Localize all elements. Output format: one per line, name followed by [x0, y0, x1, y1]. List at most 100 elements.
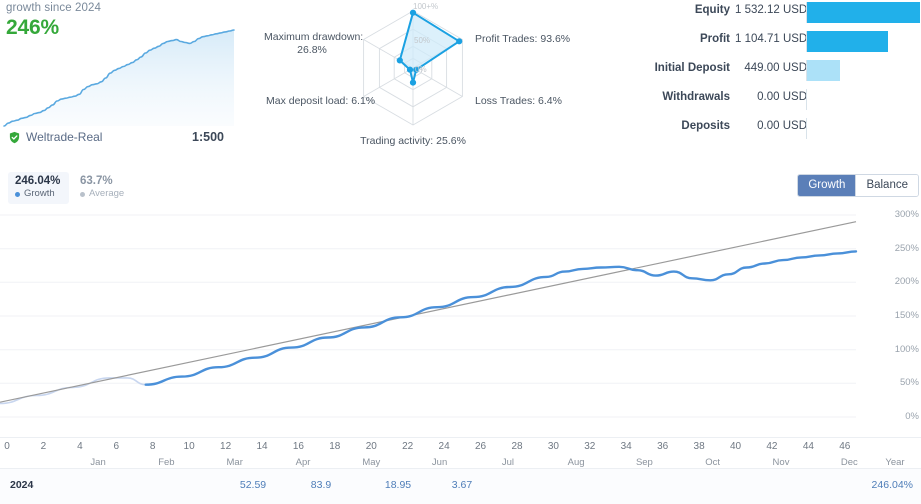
stats-row-bar-track	[806, 118, 921, 139]
x-axis-tick: 46	[839, 441, 851, 452]
x-axis-tick: 16	[292, 441, 304, 452]
x-axis-tick: 38	[693, 441, 705, 452]
x-axis-tick: 26	[474, 441, 487, 452]
monthly-return-value: 83.9	[310, 479, 332, 491]
x-axis-month: Jun	[431, 457, 448, 468]
x-axis-tick: 8	[149, 441, 156, 452]
legend-growth-label: Growth	[15, 188, 60, 200]
stats-row: Profit 1 104.71 USD	[622, 31, 921, 62]
shield-check-icon	[9, 131, 20, 143]
stats-row: Withdrawals 0.00 USD	[622, 89, 921, 120]
stats-row-value: 0.00 USD	[757, 120, 807, 132]
legend-average-dot-icon	[80, 191, 85, 197]
stats-row-bar-track	[806, 31, 921, 52]
trading-dashboard: growth since 2024 246% Weltrade-Real 1:5…	[0, 0, 921, 504]
stats-row-bar-track	[806, 2, 921, 23]
tab-balance[interactable]: Balance	[855, 175, 918, 196]
chart-header: 246.04% Growth 63.7% Average Growth Bala…	[0, 168, 921, 205]
stats-row-bar-track	[806, 60, 921, 81]
radar-ring-label-50: 50%	[414, 36, 431, 45]
performance-radar-chart: 100+% 50% 0% Algo trading: 97% Profit Tr…	[262, 0, 622, 160]
x-axis-tick: 0	[4, 441, 10, 452]
x-axis-month: Jul	[501, 457, 514, 468]
y-axis-tick: 300%	[894, 209, 919, 220]
sparkline-footer: Weltrade-Real 1:500	[0, 130, 238, 152]
sparkline-chart	[3, 29, 235, 127]
x-axis-tick: 4	[77, 441, 83, 452]
stats-row: Deposits 0.00 USD	[622, 118, 921, 149]
radar-label-max-drawdown-line2: 26.8%	[297, 44, 327, 56]
x-axis-tick: 2	[40, 441, 47, 452]
leverage-value: 1:500	[192, 130, 224, 144]
growth-sparkline-card: growth since 2024 246% Weltrade-Real 1:5…	[0, 0, 238, 160]
y-axis-tick: 100%	[894, 343, 919, 355]
x-axis-tick: 40	[729, 441, 742, 452]
x-axis-month: Sep	[635, 457, 653, 468]
stats-row: Equity 1 532.12 USD	[622, 2, 921, 33]
legend-growth-value: 246.04%	[15, 175, 61, 187]
row-year: 2024	[10, 479, 34, 491]
stats-row-bar	[807, 60, 840, 81]
x-axis-month: Apr	[295, 457, 311, 468]
monthly-return-value: 3.67	[451, 479, 473, 491]
x-axis-tick: 34	[620, 441, 632, 452]
stats-row-label: Equity	[694, 4, 730, 16]
summary-band: growth since 2024 246% Weltrade-Real 1:5…	[0, 0, 921, 160]
stats-row-value: 1 532.12 USD	[735, 4, 808, 16]
stats-row-bar	[807, 31, 889, 52]
x-axis-month: Mar	[226, 457, 243, 468]
x-axis-month: Nov	[772, 457, 790, 468]
x-axis-tick: 12	[220, 441, 232, 452]
x-axis-tick: 30	[547, 441, 559, 452]
radar-ring-label-100: 100+%	[413, 2, 439, 11]
y-axis-tick: 150%	[894, 310, 919, 321]
x-axis-tick: 6	[113, 441, 120, 452]
x-axis-tick: 28	[511, 441, 523, 452]
y-axis-tick: 200%	[894, 276, 919, 288]
legend-growth-dot-icon	[15, 191, 20, 197]
radar-label-loss-trades: Loss Trades: 6.4%	[475, 95, 562, 107]
stats-row-bar	[807, 2, 920, 23]
x-axis-year-label: Year	[885, 457, 905, 468]
legend-average-value: 63.7%	[80, 175, 113, 187]
x-axis-tick: 24	[438, 441, 450, 452]
legend-growth[interactable]: 246.04% Growth	[8, 172, 70, 204]
radar-label-max-drawdown-line1: Maximum drawdown:	[264, 31, 364, 43]
stats-row: Initial Deposit 449.00 USD	[622, 60, 921, 91]
x-axis-month: Feb	[158, 457, 175, 468]
x-axis-tick: 14	[256, 441, 268, 452]
chart-mode-toggle[interactable]: Growth Balance	[797, 174, 919, 197]
account-stats-table: Equity 1 532.12 USD Profit 1 104.71 USD Init…	[622, 0, 921, 145]
stats-row-label: Initial Deposit	[654, 62, 730, 74]
x-axis-tick: 20	[365, 441, 377, 452]
stats-row-label: Withdrawals	[662, 91, 730, 103]
legend-average-label: Average	[80, 188, 124, 200]
x-axis-tick: 36	[657, 441, 669, 452]
stats-row-label: Deposits	[681, 120, 730, 132]
monthly-returns-row: 2024 246.04% 52.59 83.9 18.95 3.67	[0, 468, 921, 504]
x-axis-month: Oct	[705, 457, 721, 468]
radar-label-trading-activity: Trading activity: 25.6%	[360, 135, 466, 147]
row-total: 246.04%	[871, 479, 913, 491]
tab-growth[interactable]: Growth	[798, 175, 856, 196]
growth-chart: 0% 50% 100% 150% 200% 250% 300%	[0, 205, 921, 437]
y-axis-tick: 250%	[894, 242, 919, 254]
x-axis-month: Aug	[567, 457, 585, 468]
stats-row-bar-track	[806, 89, 921, 110]
x-axis: 0 2 4 6 8 10 12 14 16 18 20 22 24 26 28 30 32 34 36 38 40 42 4…	[0, 437, 921, 469]
y-axis-tick: 50%	[899, 377, 919, 389]
x-axis-month: May	[362, 457, 381, 468]
radar-label-max-deposit-load: Max deposit load: 6.1%	[266, 95, 376, 107]
monthly-return-value: 52.59	[239, 479, 267, 491]
x-axis-tick: 10	[183, 441, 195, 452]
x-axis-tick: 22	[402, 441, 414, 452]
x-axis-tick: 18	[329, 441, 341, 452]
radar-ring-label-0: 0%	[415, 65, 427, 74]
radar-label-algo-trading: Algo trading: 97%	[316, 0, 399, 2]
broker-info[interactable]: Weltrade-Real	[8, 130, 102, 144]
monthly-return-value: 18.95	[384, 479, 412, 491]
stats-row-label: Profit	[699, 33, 730, 45]
x-axis-tick: 42	[766, 441, 778, 452]
legend-growth-text: Growth	[24, 188, 55, 199]
legend-average[interactable]: 63.7% Average	[74, 172, 130, 204]
